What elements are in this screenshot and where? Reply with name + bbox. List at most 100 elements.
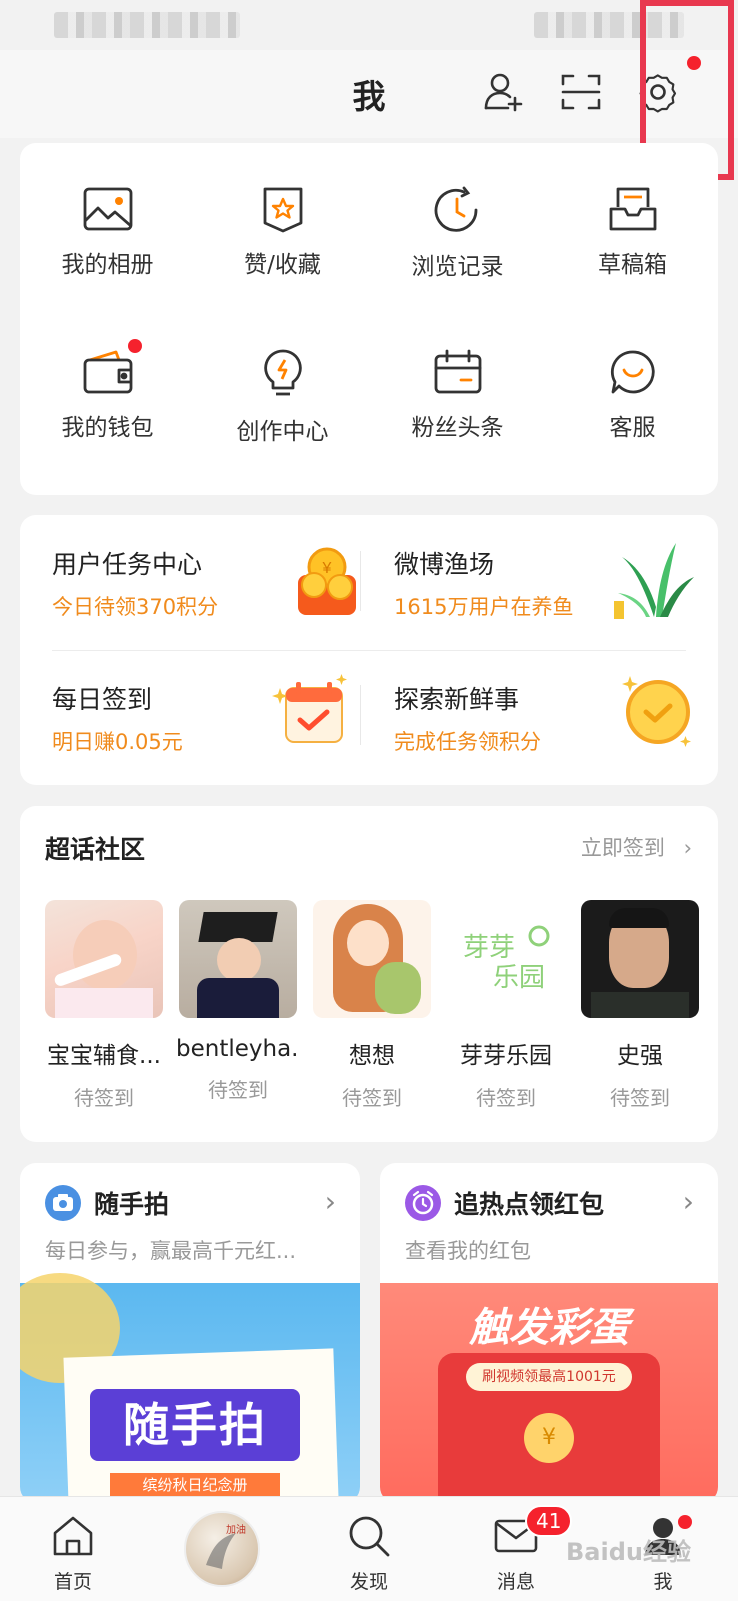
task-card: 用户任务中心 今日待领370积分 ¥ 微博渔场 1615万用户在养鱼 每日签到 … — [20, 515, 718, 785]
child-face-shape — [217, 938, 261, 982]
task-user-center[interactable]: 用户任务中心 今日待领370积分 ¥ — [52, 545, 356, 635]
tab-discover[interactable]: 发现 — [314, 1497, 424, 1594]
grid-label: 创作中心 — [236, 419, 329, 445]
topic-avatar-shiqiang — [581, 900, 699, 1018]
grid-item-customer-service[interactable]: 客服 — [545, 348, 720, 442]
topic-item[interactable]: 宝宝辅食... 待签到 — [42, 900, 166, 1111]
yaya-park-logo-icon: 芽芽 乐园 — [463, 925, 550, 993]
top-header: 我 — [0, 50, 738, 138]
topic-avatar-xiangxiang — [313, 900, 431, 1018]
topic-status: 待签到 — [208, 1078, 268, 1102]
checkin-now-link[interactable]: 立即签到 › — [581, 832, 692, 862]
grid-item-history[interactable]: 浏览记录 — [370, 185, 545, 281]
promo-card-snapshot[interactable]: 随手拍 › 每日参与，赢最高千元红... 随手拍 缤纷秋日纪念册 — [20, 1163, 360, 1503]
topic-avatar-yaya-park: 芽芽 乐园 — [447, 900, 565, 1018]
promo-title: 追热点领红包 — [454, 1190, 605, 1219]
topic-avatar-bentley — [179, 900, 297, 1018]
banner-title-text: 触发彩蛋 — [469, 1305, 629, 1351]
topic-status: 待签到 — [610, 1086, 670, 1110]
promo-subtitle: 每日参与，赢最高千元红... — [45, 1239, 297, 1263]
scan-icon — [561, 74, 601, 110]
gold-coins-icon: ¥ — [298, 547, 356, 615]
task-divider-vertical — [360, 551, 361, 611]
task-explore[interactable]: 探索新鲜事 完成任务领积分 — [394, 676, 694, 770]
grid-label: 我的相册 — [61, 252, 154, 278]
topic-status: 待签到 — [342, 1086, 402, 1110]
home-icon — [53, 1516, 93, 1556]
topic-item[interactable]: 史强 待签到 — [578, 900, 702, 1111]
banner-pill-text: 刷视频领最高1001元 — [482, 1369, 616, 1385]
promo-subtitle: 查看我的红包 — [405, 1239, 531, 1263]
grid-label: 赞/收藏 — [244, 252, 321, 278]
add-user-icon — [484, 73, 523, 112]
svg-text:芽芽: 芽芽 — [463, 933, 515, 963]
tab-label: 发现 — [349, 1571, 388, 1593]
baidu-watermark: Baidu经验 — [566, 1538, 691, 1566]
topic-name: 想想 — [349, 1043, 395, 1069]
grid-item-likes-favorites[interactable]: 赞/收藏 — [195, 185, 370, 279]
scan-button[interactable] — [557, 68, 605, 116]
topic-name: 史强 — [617, 1043, 663, 1069]
topic-avatar-baby-food — [45, 900, 163, 1018]
camera-icon — [45, 1185, 81, 1221]
task-daily-checkin[interactable]: 每日签到 明日赚0.05元 — [52, 674, 352, 770]
promo-banner-snapshot: 随手拍 缤纷秋日纪念册 — [20, 1273, 360, 1503]
me-red-dot — [678, 1515, 692, 1529]
task-divider-vertical — [360, 685, 361, 745]
task-fishing-ground[interactable]: 微博渔场 1615万用户在养鱼 — [394, 543, 694, 635]
grid-label: 粉丝头条 — [411, 415, 504, 441]
tab-home[interactable]: 首页 — [18, 1497, 128, 1594]
banner-title-plate: 随手拍 — [90, 1389, 300, 1461]
seaweed-icon — [614, 543, 694, 619]
banner-ribbon-text: 缤纷秋日纪念册 — [142, 1476, 248, 1494]
svg-text:加油: 加油 — [226, 1523, 246, 1536]
photo-album-icon — [83, 187, 132, 231]
add-friend-button[interactable] — [480, 68, 528, 116]
topic-status: 待签到 — [476, 1086, 536, 1110]
child-figure-shape — [375, 962, 421, 1014]
tab-label: 消息 — [496, 1571, 535, 1593]
topic-status: 待签到 — [74, 1086, 134, 1110]
grid-item-drafts[interactable]: 草稿箱 — [545, 185, 720, 279]
grid-label: 客服 — [609, 415, 656, 441]
promo-title: 随手拍 — [94, 1190, 170, 1219]
topic-name: bentleyha... — [176, 1036, 300, 1062]
lightbulb-icon — [263, 349, 302, 396]
grid-item-wallet[interactable]: 我的钱包 — [20, 348, 195, 442]
chat-smile-icon — [610, 350, 655, 394]
yuan-coin-icon: ¥ — [524, 1413, 574, 1463]
section-title: 超话社区 — [45, 835, 146, 864]
page-title: 我 — [352, 77, 386, 116]
promo-card-red-packet[interactable]: 追热点领红包 › 查看我的红包 触发彩蛋 刷视频领最高1001元 ¥ — [380, 1163, 718, 1503]
status-bar — [0, 0, 738, 50]
grid-item-fan-headlines[interactable]: 粉丝头条 — [370, 348, 545, 442]
task-divider-horizontal — [52, 650, 686, 651]
svg-text:乐园: 乐园 — [493, 963, 545, 993]
topic-name: 宝宝辅食... — [47, 1043, 161, 1069]
search-icon — [349, 1516, 390, 1557]
clock-history-icon — [434, 186, 477, 232]
calendar-icon — [434, 349, 481, 394]
topic-item[interactable]: 芽芽 乐园 芽芽乐园 待签到 — [444, 900, 568, 1111]
man-hair-shape — [609, 908, 669, 928]
gold-check-coin-icon — [622, 676, 691, 747]
bib-shape — [55, 988, 153, 1018]
banner-ribbon: 缤纷秋日纪念册 — [110, 1473, 280, 1497]
banner-pill: 刷视频领最高1001元 — [466, 1363, 632, 1391]
grid-item-creator-center[interactable]: 创作中心 — [195, 348, 370, 446]
grid-item-album[interactable]: 我的相册 — [20, 185, 195, 279]
topic-item[interactable]: 想想 待签到 — [310, 900, 434, 1111]
chevron-right-icon: › — [683, 836, 692, 860]
promo-banner-red-packet: 触发彩蛋 刷视频领最高1001元 ¥ — [380, 1283, 718, 1503]
checkin-now-label: 立即签到 — [580, 836, 665, 860]
center-post-avatar-icon: 加油 — [206, 1523, 246, 1569]
drafts-inbox-icon — [609, 187, 656, 231]
topic-item[interactable]: bentleyha... 待签到 — [176, 900, 300, 1103]
status-bar-left-blurred — [54, 12, 240, 38]
banner-title-text: 随手拍 — [123, 1398, 267, 1452]
tab-center-avatar[interactable]: 加油 — [184, 1511, 260, 1587]
grid-label: 草稿箱 — [598, 252, 667, 278]
wallet-icon — [83, 350, 132, 394]
alarm-clock-icon — [405, 1185, 441, 1221]
super-topic-card: 超话社区 立即签到 › 宝宝辅食... 待签到 bentleyha... 待签到… — [20, 806, 718, 1142]
